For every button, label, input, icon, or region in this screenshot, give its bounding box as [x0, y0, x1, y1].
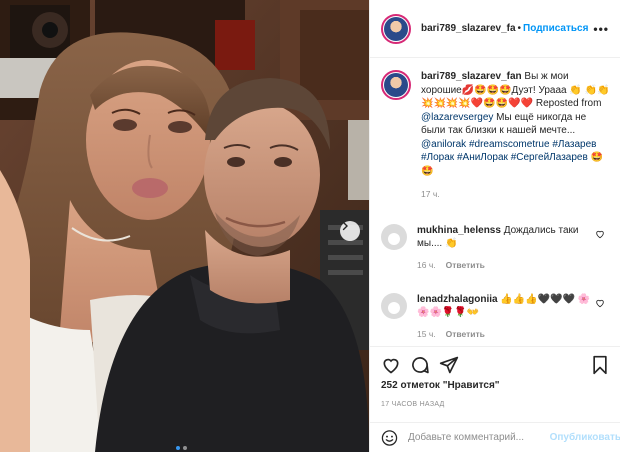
caption-username[interactable]: bari789_slazarev_fan: [421, 71, 522, 82]
carousel-next-button[interactable]: [340, 221, 360, 241]
instagram-post: bari789_slazarev_fa • Подписаться ••• ba…: [0, 0, 620, 452]
comment-username[interactable]: mukhina_helenss: [417, 225, 501, 236]
comment-body: mukhina_helenss Дождались таки мы.... 👏 …: [417, 224, 593, 272]
comment-time[interactable]: 16 ч.: [417, 259, 436, 272]
heart-icon[interactable]: [595, 298, 605, 308]
smiley-icon[interactable]: [381, 429, 398, 447]
carousel-dot: [183, 446, 187, 450]
comment-item: mukhina_helenss Дождались таки мы.... 👏 …: [381, 224, 611, 272]
comment-reply-button[interactable]: Ответить: [446, 328, 485, 341]
more-options-icon[interactable]: •••: [593, 22, 609, 36]
comment-reply-button[interactable]: Ответить: [446, 259, 485, 272]
caption-time[interactable]: 17 ч.: [421, 188, 611, 202]
caption-reposted-prefix: Reposted from: [535, 98, 602, 109]
comment-item: lenadzhalagoniia 👍👍👍🖤🖤🖤 🌸🌸🌸🌹🌹👐 15 ч. Отв…: [381, 293, 611, 341]
reposted-user-link[interactable]: @lazarevsergey: [421, 112, 493, 123]
share-icon[interactable]: [439, 355, 459, 375]
carousel-dots: [176, 446, 187, 450]
heart-icon[interactable]: [595, 229, 605, 239]
author-avatar[interactable]: [381, 13, 411, 44]
add-comment-bar: Опубликовать: [370, 422, 620, 452]
publish-button[interactable]: Опубликовать: [550, 432, 620, 443]
post-header: bari789_slazarev_fa • Подписаться •••: [370, 0, 620, 58]
author-username[interactable]: bari789_slazarev_fa: [421, 23, 516, 34]
header-separator: •: [517, 23, 522, 34]
comment-username[interactable]: lenadzhalagoniia: [417, 294, 498, 305]
comment-body: lenadzhalagoniia 👍👍👍🖤🖤🖤 🌸🌸🌸🌹🌹👐 15 ч. Отв…: [417, 293, 593, 341]
post-timestamp[interactable]: 17 ЧАСОВ НАЗАД: [381, 401, 445, 408]
caption-text: bari789_slazarev_fan Вы ж мои хорошие💋🤩🤩…: [421, 70, 611, 202]
comment-icon[interactable]: [410, 355, 430, 375]
post-caption: bari789_slazarev_fan Вы ж мои хорошие💋🤩🤩…: [381, 70, 611, 202]
carousel-dot: [176, 446, 180, 450]
follow-button[interactable]: Подписаться: [523, 23, 588, 34]
mention-link[interactable]: @anilorak: [421, 139, 466, 150]
likes-count[interactable]: 252 отметок "Нравится": [381, 380, 500, 391]
comment-avatar[interactable]: [381, 293, 407, 319]
bookmark-icon[interactable]: [590, 355, 610, 375]
comment-meta: 15 ч. Ответить: [417, 328, 593, 341]
heart-icon[interactable]: [381, 355, 401, 375]
comment-input[interactable]: [407, 432, 550, 443]
selfie-photo: [0, 0, 369, 452]
chevron-right-icon: [342, 221, 348, 231]
comment-meta: 16 ч. Ответить: [417, 259, 593, 272]
comment-avatar[interactable]: [381, 224, 407, 250]
post-side-panel: bari789_slazarev_fa • Подписаться ••• ba…: [369, 0, 620, 452]
caption-avatar[interactable]: [381, 70, 411, 100]
comment-time[interactable]: 15 ч.: [417, 328, 436, 341]
post-photo[interactable]: [0, 0, 369, 452]
